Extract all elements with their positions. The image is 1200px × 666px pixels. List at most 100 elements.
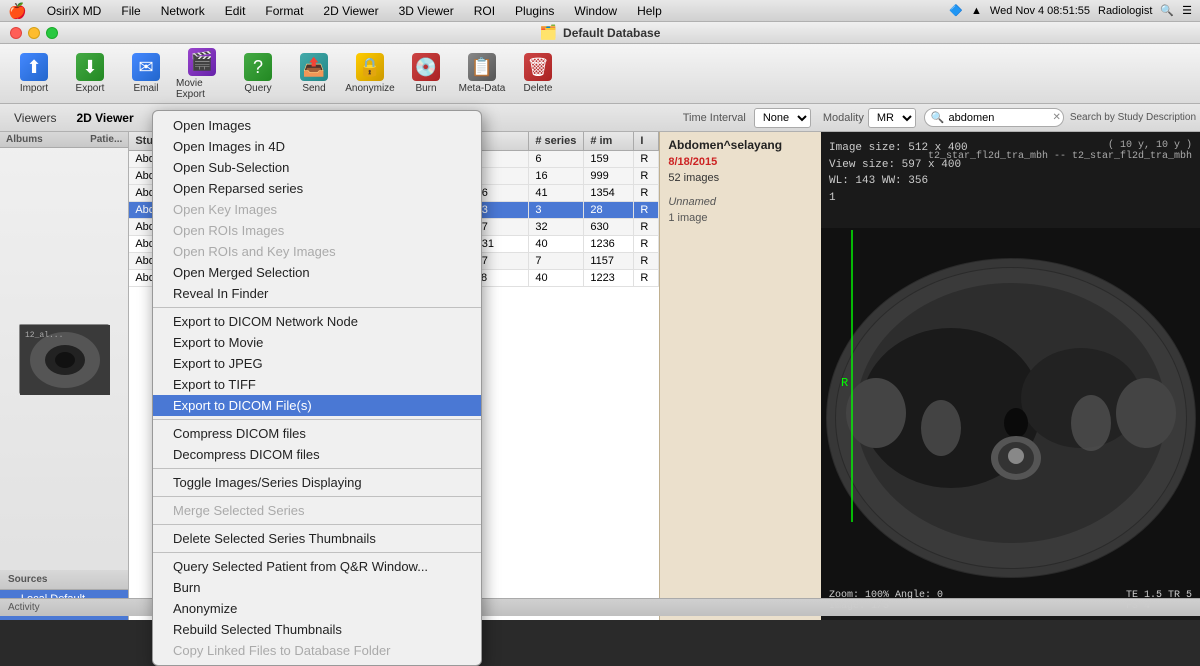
maximize-button[interactable] xyxy=(46,27,58,39)
menu-2dviewer[interactable]: 2D Viewer xyxy=(319,3,382,19)
search-box[interactable]: 🔍 ✕ xyxy=(924,108,1064,127)
menu-open-sub-selection[interactable]: Open Sub-Selection xyxy=(153,157,481,178)
menu-roi[interactable]: ROI xyxy=(470,3,499,19)
preview-bottom-right: TE 1.5 TR 5 FS 4 xyxy=(1126,590,1192,612)
cell-series: 16 xyxy=(529,168,584,184)
search-clear-icon[interactable]: ✕ xyxy=(1053,112,1061,123)
menu-osirix[interactable]: OsiriX MD xyxy=(43,3,106,19)
zoom-text: Zoom: 100% Angle: 0 xyxy=(829,590,943,601)
cell-flag: R xyxy=(634,253,659,269)
menu-burn[interactable]: Burn xyxy=(153,577,481,598)
menu-rebuild-thumbnails[interactable]: Rebuild Selected Thumbnails xyxy=(153,619,481,640)
menu-toggle-displaying[interactable]: Toggle Images/Series Displaying xyxy=(153,472,481,493)
menu-open-images-4d[interactable]: Open Images in 4D xyxy=(153,136,481,157)
menu-open-rois-key: Open ROIs and Key Images xyxy=(153,241,481,262)
menu-open-rois-images: Open ROIs Images xyxy=(153,220,481,241)
menubar-time: Wed Nov 4 08:51:55 xyxy=(990,5,1090,17)
menu-separator-1 xyxy=(153,307,481,308)
menu-3dviewer[interactable]: 3D Viewer xyxy=(395,3,458,19)
menu-open-key-images: Open Key Images xyxy=(153,199,481,220)
cell-images: 1236 xyxy=(584,236,634,252)
minimize-button[interactable] xyxy=(28,27,40,39)
menu-decompress-dicom[interactable]: Decompress DICOM files xyxy=(153,444,481,465)
menu-edit[interactable]: Edit xyxy=(221,3,250,19)
patient-unnamed: Unnamed xyxy=(668,196,813,208)
crosshair-line xyxy=(851,230,853,523)
activity-label: Activity xyxy=(8,602,40,613)
export-button[interactable]: ⬇ Export xyxy=(64,48,116,100)
import-icon: ⬆ xyxy=(20,53,48,81)
menu-export-jpeg[interactable]: Export to JPEG xyxy=(153,353,481,374)
import-button[interactable]: ⬆ Import xyxy=(8,48,60,100)
movie-export-button[interactable]: 🎬 Movie Export xyxy=(176,48,228,100)
2dviewer-tab[interactable]: 2D Viewer xyxy=(66,108,143,128)
anonymize-button[interactable]: 🔒 Anonymize xyxy=(344,48,396,100)
main-toolbar: ⬆ Import ⬇ Export ✉ Email 🎬 Movie Export… xyxy=(0,44,1200,104)
menu-export-dicom-network[interactable]: Export to DICOM Network Node xyxy=(153,311,481,332)
cell-images: 630 xyxy=(584,219,634,235)
mr-select[interactable]: MR xyxy=(868,108,916,128)
menu-query-patient[interactable]: Query Selected Patient from Q&R Window..… xyxy=(153,556,481,577)
cell-series: 40 xyxy=(529,270,584,286)
burn-button[interactable]: 💿 Burn xyxy=(400,48,452,100)
viewers-tab[interactable]: Viewers xyxy=(4,108,66,128)
metadata-icon: 📋 xyxy=(468,53,496,81)
cell-flag: R xyxy=(634,236,659,252)
menu-file[interactable]: File xyxy=(117,3,144,19)
menu-export-tiff[interactable]: Export to TIFF xyxy=(153,374,481,395)
cell-flag: R xyxy=(634,151,659,167)
query-button[interactable]: ? Query xyxy=(232,48,284,100)
menubar-right: 🔷 ▲ Wed Nov 4 08:51:55 Radiologist 🔍 ☰ xyxy=(949,4,1192,17)
cell-series: 32 xyxy=(529,219,584,235)
cell-flag: R xyxy=(634,270,659,286)
cell-series: 40 xyxy=(529,236,584,252)
menu-help[interactable]: Help xyxy=(633,3,666,19)
preview-area: Image size: 512 x 400 View size: 597 x 4… xyxy=(821,132,1200,620)
patient-images: 52 images xyxy=(668,172,813,184)
sidebar-header: Albums Patie... xyxy=(0,132,128,148)
col-images[interactable]: # im xyxy=(584,132,634,150)
menu-separator-4 xyxy=(153,496,481,497)
apple-menu[interactable]: 🍎 xyxy=(8,2,27,20)
sidebar: Albums Patie... 12_al... Sources ▼ Local… xyxy=(0,132,129,620)
patient-info-panel: Abdomen^selayang 8/18/2015 52 images Unn… xyxy=(659,132,821,620)
menu-window[interactable]: Window xyxy=(570,3,621,19)
menu-open-reparsed[interactable]: Open Reparsed series xyxy=(153,178,481,199)
cell-flag: R xyxy=(634,168,659,184)
menu-open-images[interactable]: Open Images xyxy=(153,115,481,136)
close-button[interactable] xyxy=(10,27,22,39)
cell-images: 1354 xyxy=(584,185,634,201)
movie-icon: 🎬 xyxy=(188,48,216,76)
search-by-label: Search by Study Description xyxy=(1070,112,1196,123)
menubar-search-icon[interactable]: 🔍 xyxy=(1160,4,1174,17)
menubar-list-icon[interactable]: ☰ xyxy=(1182,4,1192,17)
none-select[interactable]: None xyxy=(754,108,811,128)
menu-export-movie[interactable]: Export to Movie xyxy=(153,332,481,353)
send-button[interactable]: 📤 Send xyxy=(288,48,340,100)
menu-reveal-finder[interactable]: Reveal In Finder xyxy=(153,283,481,304)
wifi-icon: ▲ xyxy=(971,5,982,17)
cell-images: 1157 xyxy=(584,253,634,269)
metadata-button[interactable]: 📋 Meta-Data xyxy=(456,48,508,100)
delete-button[interactable]: 🗑 Delete xyxy=(512,48,564,100)
delete-icon: 🗑 xyxy=(524,53,552,81)
col-flag[interactable]: I xyxy=(634,132,659,150)
menu-plugins[interactable]: Plugins xyxy=(511,3,558,19)
menu-compress-dicom[interactable]: Compress DICOM files xyxy=(153,423,481,444)
col-series[interactable]: # series xyxy=(529,132,584,150)
menu-separator-5 xyxy=(153,524,481,525)
menu-separator-2 xyxy=(153,419,481,420)
menu-export-dicom-files[interactable]: Export to DICOM File(s) xyxy=(153,395,481,416)
menubar-user: Radiologist xyxy=(1098,5,1152,17)
te-text: TE 1.5 TR 5 xyxy=(1126,590,1192,601)
menu-open-merged[interactable]: Open Merged Selection xyxy=(153,262,481,283)
r-orientation-label: R xyxy=(841,376,848,390)
menu-network[interactable]: Network xyxy=(157,3,209,19)
query-icon: ? xyxy=(244,53,272,81)
email-button[interactable]: ✉ Email xyxy=(120,48,172,100)
search-input[interactable] xyxy=(949,112,1049,124)
menu-format[interactable]: Format xyxy=(261,3,307,19)
menu-separator-3 xyxy=(153,468,481,469)
menu-merge-series: Merge Selected Series xyxy=(153,500,481,521)
menu-delete-thumbnails[interactable]: Delete Selected Series Thumbnails xyxy=(153,528,481,549)
